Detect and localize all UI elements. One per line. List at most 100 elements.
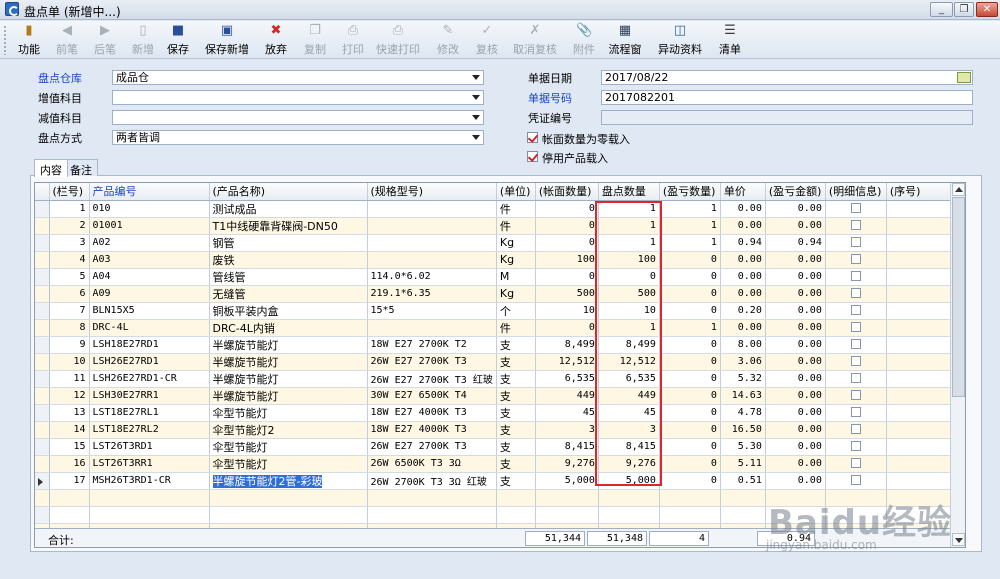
table-cell[interactable]: 伞型节能灯 <box>209 455 368 473</box>
table-cell[interactable] <box>367 251 497 269</box>
table-cell[interactable]: 支 <box>496 353 536 371</box>
table-cell[interactable]: A09 <box>89 285 210 303</box>
table-cell[interactable]: 500 <box>535 285 599 303</box>
table-cell[interactable]: 0 <box>659 421 721 439</box>
table-cell[interactable]: 8,415 <box>535 438 599 456</box>
table-cell[interactable] <box>598 506 660 524</box>
table-cell[interactable]: 8,499 <box>598 336 660 354</box>
vertical-scrollbar[interactable] <box>950 183 965 547</box>
row-header[interactable] <box>35 404 50 422</box>
table-cell[interactable]: 8.00 <box>720 336 766 354</box>
table-row[interactable]: 13 LST18E27RL1 伞型节能灯 18W E27 4000K T3 支 45 45 0… <box>35 404 963 422</box>
table-cell[interactable]: 0.00 <box>765 387 826 405</box>
table-cell[interactable]: 100 <box>535 251 599 269</box>
table-cell[interactable] <box>367 506 497 524</box>
row-header[interactable] <box>35 268 50 286</box>
table-cell[interactable]: 0.00 <box>765 455 826 473</box>
toolbar-button-12[interactable]: ✗ 取消复核 <box>508 23 562 57</box>
table-cell[interactable]: 1 <box>598 319 660 337</box>
toolbar-button-6[interactable]: ✖ 放弃 <box>261 23 291 57</box>
table-cell[interactable]: 18W E27 4000K T3 <box>367 421 497 439</box>
table-cell[interactable] <box>49 506 90 524</box>
table-cell[interactable] <box>89 506 210 524</box>
detail-checkbox[interactable] <box>850 441 861 451</box>
scroll-down-icon[interactable] <box>952 533 965 546</box>
table-row[interactable]: 6 A09 无缝管 219.1*6.35 Kg 500 500 0 0.00 0.00 <box>35 285 963 303</box>
table-cell[interactable] <box>825 217 887 235</box>
table-cell[interactable]: A02 <box>89 234 210 252</box>
table-row[interactable]: 14 LST18E27RL2 伞型节能灯2 18W E27 4000K T3 支 3 3 0 1… <box>35 421 963 439</box>
table-cell[interactable]: Kg <box>496 251 536 269</box>
table-cell[interactable]: 26W E27 2700K T3 <box>367 438 497 456</box>
detail-grid[interactable]: (栏号) 产品编号 (产品名称) (规格型号) (单位) (帐面数量) 盘点数量 (盈亏数量)… <box>34 182 966 548</box>
row-header[interactable] <box>35 370 50 388</box>
toolbar-button-16[interactable]: ☰ 清单 <box>714 23 746 57</box>
row-header[interactable] <box>35 217 50 235</box>
row-header[interactable] <box>35 336 50 354</box>
table-cell[interactable]: 9,276 <box>598 455 660 473</box>
column-header[interactable]: (规格型号) <box>367 183 497 201</box>
column-header[interactable]: 产品编号 <box>89 183 210 201</box>
table-cell[interactable]: A04 <box>89 268 210 286</box>
table-cell[interactable]: 0 <box>659 404 721 422</box>
table-cell[interactable]: 1 <box>598 200 660 218</box>
table-cell[interactable]: 17 <box>49 472 90 490</box>
table-cell[interactable]: 半螺旋节能灯 <box>209 370 368 388</box>
table-row[interactable]: 10 LSH26E27RD1 半螺旋节能灯 26W E27 2700K T3 支 12,5… <box>35 353 963 371</box>
table-cell[interactable] <box>825 472 887 490</box>
table-cell[interactable]: 0 <box>659 370 721 388</box>
disabled-product-checkbox[interactable] <box>527 151 538 162</box>
table-cell[interactable]: 0.00 <box>765 336 826 354</box>
table-cell[interactable]: 7 <box>49 302 90 320</box>
table-cell[interactable]: 10 <box>598 302 660 320</box>
table-cell[interactable]: 45 <box>598 404 660 422</box>
table-cell[interactable]: 支 <box>496 336 536 354</box>
table-cell[interactable]: 支 <box>496 387 536 405</box>
table-cell[interactable]: 8 <box>49 319 90 337</box>
table-cell[interactable]: 个 <box>496 302 536 320</box>
column-header[interactable]: (帐面数量) <box>535 183 599 201</box>
row-header[interactable] <box>35 387 50 405</box>
table-cell[interactable]: 219.1*6.35 <box>367 285 497 303</box>
table-row[interactable]: 5 A04 管线管 114.0*6.02 M 0 0 0 0.00 0.00 <box>35 268 963 286</box>
table-cell[interactable]: 3.06 <box>720 353 766 371</box>
table-cell[interactable]: Kg <box>496 285 536 303</box>
table-cell[interactable]: 1 <box>659 200 721 218</box>
table-cell[interactable] <box>825 404 887 422</box>
table-cell[interactable] <box>825 353 887 371</box>
table-cell[interactable] <box>367 489 497 507</box>
table-cell[interactable]: 11 <box>49 370 90 388</box>
table-row[interactable]: 9 LSH18E27RD1 半螺旋节能灯 18W E27 2700K T2 支 8,499… <box>35 336 963 354</box>
table-cell[interactable]: 30W E27 6500K T4 <box>367 387 497 405</box>
table-cell[interactable] <box>825 455 887 473</box>
table-cell[interactable] <box>720 489 766 507</box>
table-cell[interactable]: 半螺旋节能灯 <box>209 353 368 371</box>
row-header[interactable] <box>35 455 50 473</box>
table-cell[interactable]: 9,276 <box>535 455 599 473</box>
calendar-icon[interactable] <box>957 72 971 83</box>
table-cell[interactable]: 16 <box>49 455 90 473</box>
table-cell[interactable]: 6 <box>49 285 90 303</box>
table-cell[interactable]: 0 <box>659 455 721 473</box>
table-cell[interactable]: 0 <box>535 234 599 252</box>
table-cell[interactable] <box>825 387 887 405</box>
table-cell[interactable]: Kg <box>496 234 536 252</box>
column-header[interactable]: (栏号) <box>49 183 90 201</box>
table-cell[interactable] <box>825 200 887 218</box>
table-cell[interactable]: 0 <box>659 268 721 286</box>
table-cell[interactable]: 0 <box>659 285 721 303</box>
toolbar-button-8[interactable]: ⎙ 打印 <box>336 23 370 57</box>
table-cell[interactable]: 10 <box>49 353 90 371</box>
table-cell[interactable]: 1 <box>659 234 721 252</box>
toolbar-button-11[interactable]: ✓ 复核 <box>470 23 504 57</box>
table-cell[interactable]: 铜板平装内盒 <box>209 302 368 320</box>
table-cell[interactable]: 0.00 <box>765 472 826 490</box>
toolbar-button-4[interactable]: ■ 保存 <box>163 23 193 57</box>
table-cell[interactable]: 114.0*6.02 <box>367 268 497 286</box>
table-cell[interactable]: 0.00 <box>765 217 826 235</box>
table-cell[interactable]: 0.00 <box>765 285 826 303</box>
table-cell[interactable]: 12,512 <box>535 353 599 371</box>
column-header[interactable]: (单位) <box>496 183 536 201</box>
table-cell[interactable] <box>825 302 887 320</box>
detail-checkbox[interactable] <box>850 203 861 213</box>
